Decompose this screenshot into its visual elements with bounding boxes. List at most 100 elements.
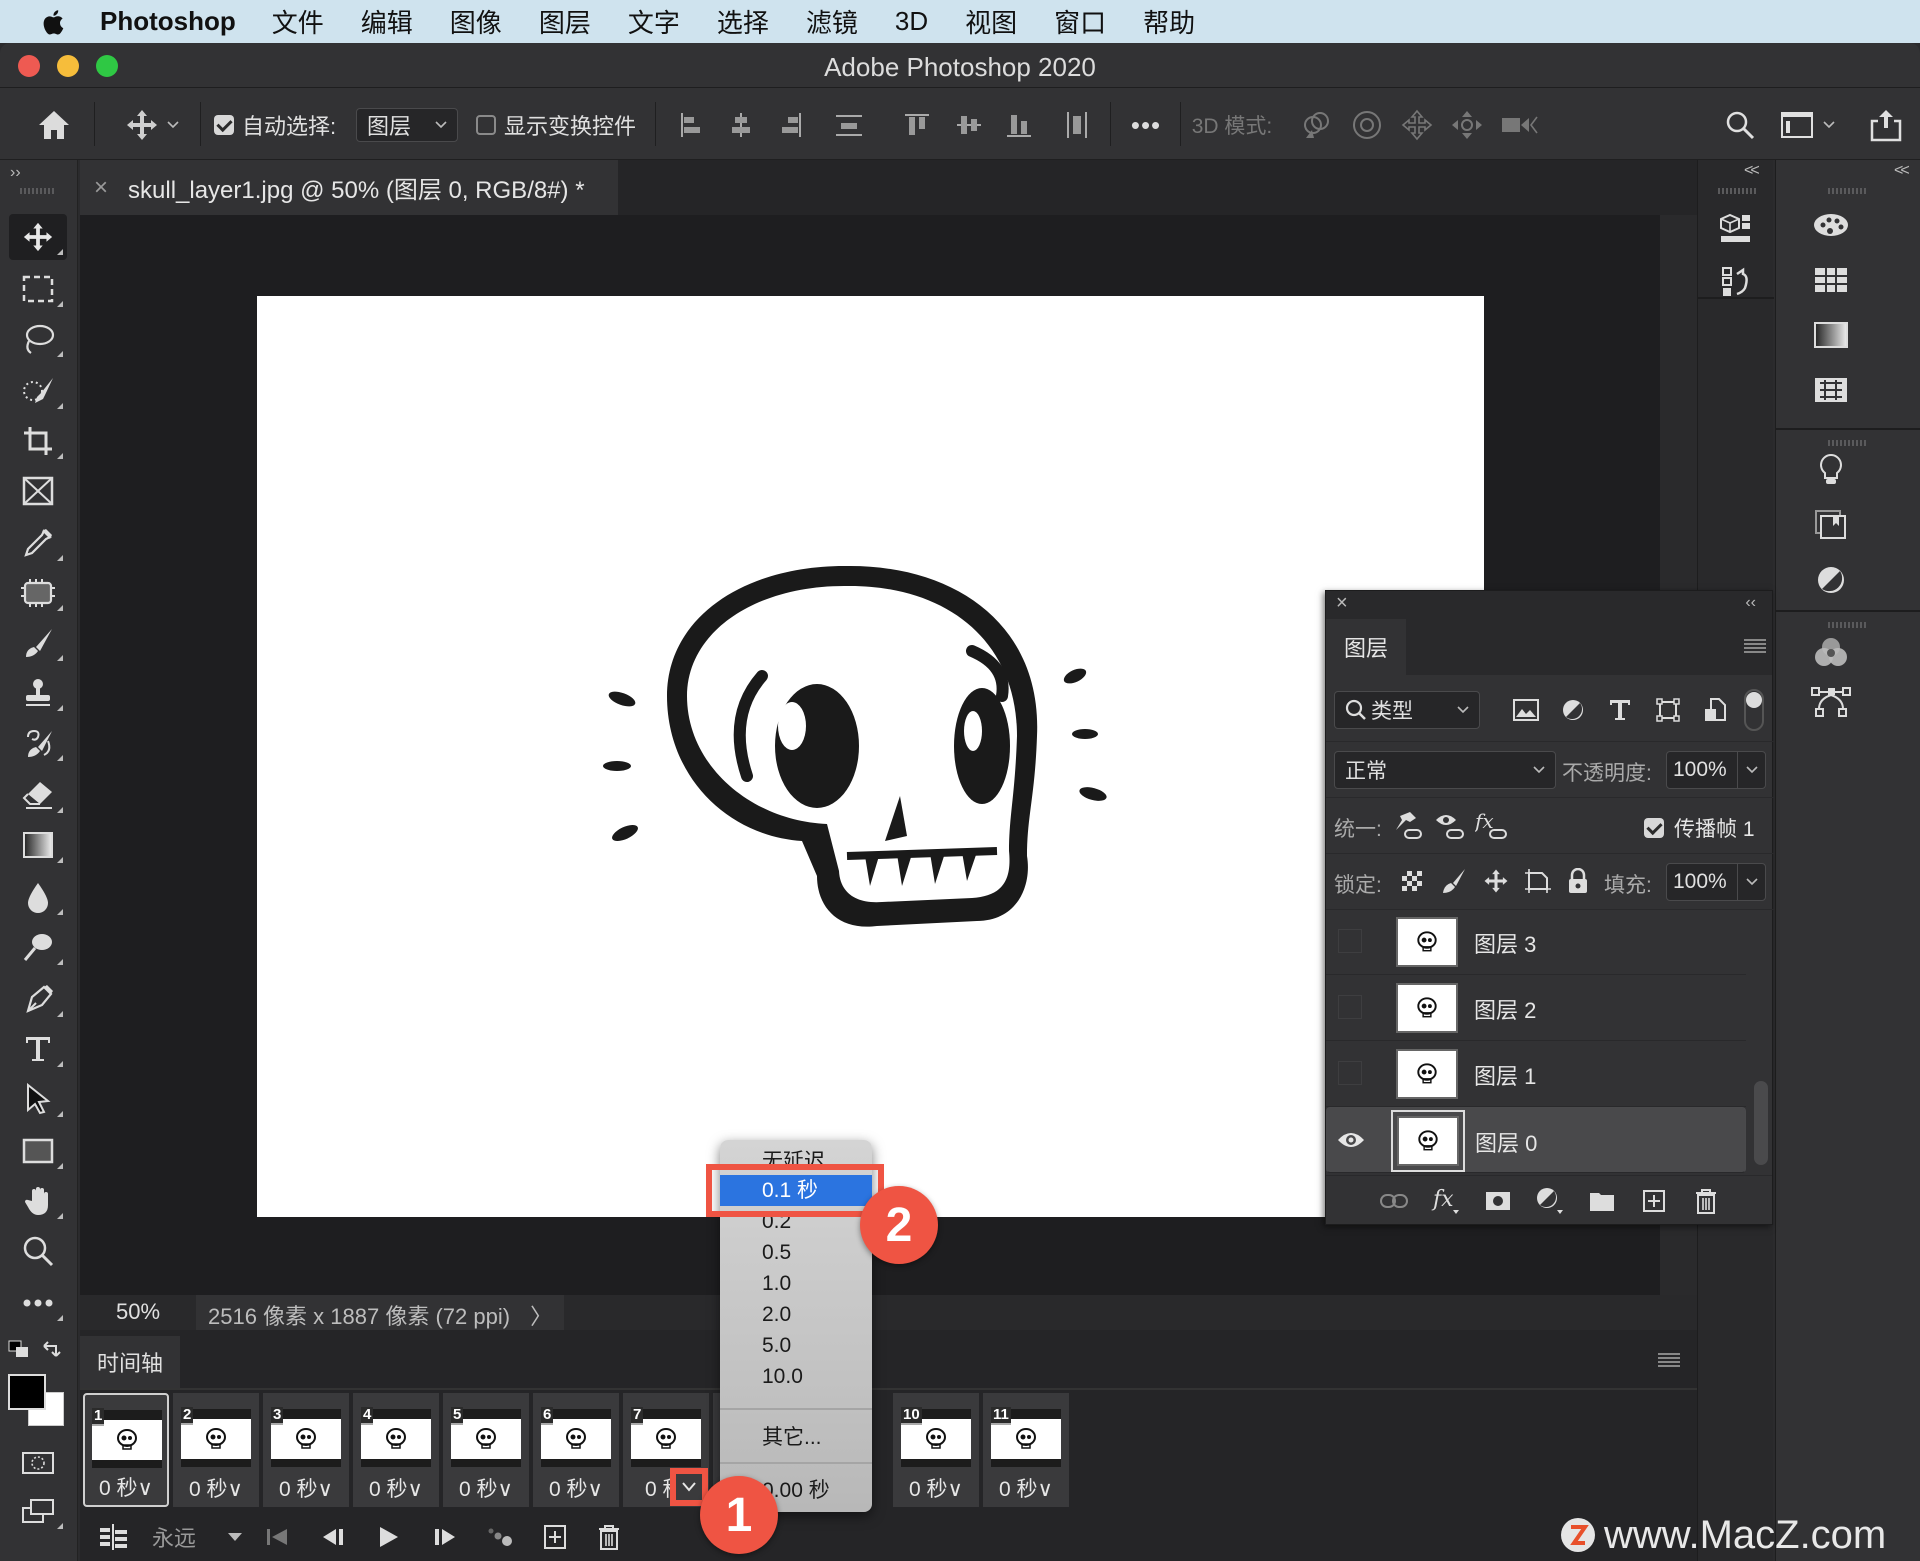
clone-stamp-tool[interactable] bbox=[9, 670, 67, 716]
add-mask-button[interactable] bbox=[1478, 1181, 1518, 1221]
layer-row-selected[interactable]: 图层 0 bbox=[1326, 1107, 1746, 1173]
dock-grip[interactable] bbox=[1828, 622, 1866, 628]
layer-filter-dropdown[interactable]: 类型 bbox=[1334, 691, 1480, 729]
auto-select-checkbox[interactable]: 自动选择: bbox=[214, 108, 342, 142]
new-group-button[interactable] bbox=[1582, 1181, 1622, 1221]
collapse-dock-button[interactable]: << bbox=[1894, 162, 1910, 180]
layer-visibility-toggle[interactable] bbox=[1337, 1130, 1365, 1150]
fill-dropdown-button[interactable] bbox=[1737, 864, 1765, 900]
foreground-color-swatch[interactable] bbox=[8, 1374, 46, 1410]
filter-smart-objects-button[interactable] bbox=[1695, 690, 1735, 730]
menu-image[interactable]: 图像 bbox=[450, 3, 502, 40]
tween-button[interactable] bbox=[486, 1512, 516, 1561]
auto-select-check[interactable] bbox=[214, 115, 234, 135]
align-top-button[interactable] bbox=[902, 108, 932, 142]
frame-tool[interactable] bbox=[9, 468, 67, 514]
opacity-field[interactable]: 100% bbox=[1666, 751, 1766, 789]
align-bottom-button[interactable] bbox=[1004, 108, 1034, 142]
new-layer-button[interactable] bbox=[1634, 1181, 1674, 1221]
layer-name[interactable]: 图层 2 bbox=[1474, 993, 1536, 1025]
lock-position-button[interactable] bbox=[1476, 861, 1516, 901]
timeline-frame[interactable]: 2 0 秒∨ bbox=[173, 1393, 259, 1507]
pen-tool[interactable] bbox=[9, 976, 67, 1022]
eraser-tool[interactable] bbox=[9, 772, 67, 818]
auto-select-target-dropdown[interactable]: 图层 bbox=[356, 108, 458, 142]
menu-type[interactable]: 文字 bbox=[628, 3, 680, 40]
show-transform-controls-checkbox[interactable]: 显示变换控件 bbox=[476, 108, 641, 142]
lock-all-button[interactable] bbox=[1558, 861, 1598, 901]
show-transform-check[interactable] bbox=[476, 115, 496, 135]
align-horizontal-center-button[interactable] bbox=[726, 108, 756, 142]
swap-colors-button[interactable] bbox=[42, 1340, 64, 1360]
dock-grip[interactable] bbox=[1828, 440, 1866, 446]
collapse-dock-button[interactable]: << bbox=[1744, 162, 1760, 180]
layer-name[interactable]: 图层 3 bbox=[1474, 927, 1536, 959]
paths-panel-button[interactable] bbox=[1811, 682, 1851, 722]
delete-frame-button[interactable] bbox=[594, 1512, 624, 1561]
loop-options-dropdown[interactable]: 永远 bbox=[152, 1512, 242, 1561]
patterns-panel-button[interactable] bbox=[1811, 370, 1851, 410]
timeline-tab[interactable]: 时间轴 bbox=[80, 1336, 180, 1388]
layers-tab[interactable]: 图层 bbox=[1326, 619, 1406, 675]
zoom-tool[interactable] bbox=[9, 1228, 67, 1274]
play-button[interactable] bbox=[374, 1512, 404, 1561]
filter-adjustment-layers-button[interactable] bbox=[1553, 690, 1593, 730]
frame-delay[interactable]: 0 秒∨ bbox=[983, 1473, 1069, 1503]
marquee-tool[interactable] bbox=[9, 266, 67, 312]
timeline-frame[interactable]: 4 0 秒∨ bbox=[353, 1393, 439, 1507]
default-colors-button[interactable] bbox=[8, 1340, 30, 1360]
lock-transparent-pixels-button[interactable] bbox=[1392, 861, 1432, 901]
channels-panel-button[interactable] bbox=[1811, 632, 1851, 672]
distribute-vertical-button[interactable] bbox=[834, 108, 864, 142]
menu-photoshop[interactable]: Photoshop bbox=[100, 6, 236, 37]
blend-mode-dropdown[interactable]: 正常 bbox=[1334, 751, 1556, 789]
unify-style-button[interactable]: fx bbox=[1472, 805, 1512, 845]
quick-mask-button[interactable] bbox=[9, 1440, 67, 1486]
gradient-tool[interactable] bbox=[9, 822, 67, 868]
eyedropper-tool[interactable] bbox=[9, 520, 67, 566]
close-panel-button[interactable]: × bbox=[1336, 592, 1348, 615]
timeline-menu-button[interactable] bbox=[1658, 1353, 1680, 1369]
document-info[interactable]: 2516 像素 x 1887 像素 (72 ppi) 〉 bbox=[196, 1295, 565, 1330]
menu-3d[interactable]: 3D bbox=[895, 6, 928, 37]
brush-tool[interactable] bbox=[9, 620, 67, 666]
move-tool-preset-button[interactable] bbox=[116, 108, 188, 142]
align-left-button[interactable] bbox=[676, 108, 706, 142]
properties-panel-button[interactable] bbox=[1811, 450, 1851, 490]
more-options-button[interactable]: ••• bbox=[1126, 108, 1166, 142]
fill-value[interactable]: 100% bbox=[1673, 870, 1727, 894]
3d-panel-button[interactable] bbox=[1716, 208, 1756, 248]
libraries-panel-button[interactable] bbox=[1811, 505, 1851, 545]
layer-name[interactable]: 图层 1 bbox=[1474, 1059, 1536, 1091]
layer-visibility-toggle[interactable] bbox=[1338, 995, 1362, 1019]
3d-slide-button[interactable] bbox=[1448, 108, 1486, 142]
expand-toolbar-button[interactable]: ›› bbox=[10, 164, 21, 182]
workspace-switcher-button[interactable] bbox=[1780, 108, 1836, 142]
layers-panel-header[interactable]: × ‹‹ bbox=[1326, 591, 1772, 619]
dodge-tool[interactable] bbox=[9, 924, 67, 970]
unify-position-button[interactable] bbox=[1388, 805, 1428, 845]
menu-item-10-0[interactable]: 10.0 bbox=[720, 1361, 872, 1392]
timeline-frame[interactable]: 11 0 秒∨ bbox=[983, 1393, 1069, 1507]
edit-toolbar-button[interactable] bbox=[9, 1280, 67, 1326]
adjustments-panel-button[interactable] bbox=[1811, 560, 1851, 600]
opacity-dropdown-button[interactable] bbox=[1737, 752, 1765, 788]
first-frame-button[interactable] bbox=[262, 1512, 292, 1561]
layer-row[interactable]: 图层 1 bbox=[1326, 1041, 1746, 1107]
crop-tool[interactable] bbox=[9, 418, 67, 464]
opacity-value[interactable]: 100% bbox=[1673, 758, 1727, 782]
3d-scale-button[interactable] bbox=[1500, 108, 1540, 142]
document-tab[interactable]: × skull_layer1.jpg @ 50% (图层 0, RGB/8#) … bbox=[80, 160, 618, 215]
fill-field[interactable]: 100% bbox=[1666, 863, 1766, 901]
next-frame-button[interactable] bbox=[430, 1512, 460, 1561]
filter-toggle-switch[interactable] bbox=[1744, 689, 1764, 731]
filter-type-layers-button[interactable] bbox=[1600, 690, 1640, 730]
swatches-panel-button[interactable] bbox=[1811, 260, 1851, 300]
timeline-frame[interactable]: 10 0 秒∨ bbox=[893, 1393, 979, 1507]
path-selection-tool[interactable] bbox=[9, 1076, 67, 1122]
menu-view[interactable]: 视图 bbox=[965, 3, 1017, 40]
3d-orbit-button[interactable] bbox=[1298, 108, 1336, 142]
lock-image-pixels-button[interactable] bbox=[1434, 861, 1474, 901]
layer-row[interactable]: 图层 2 bbox=[1326, 975, 1746, 1041]
delete-layer-button[interactable] bbox=[1686, 1181, 1726, 1221]
